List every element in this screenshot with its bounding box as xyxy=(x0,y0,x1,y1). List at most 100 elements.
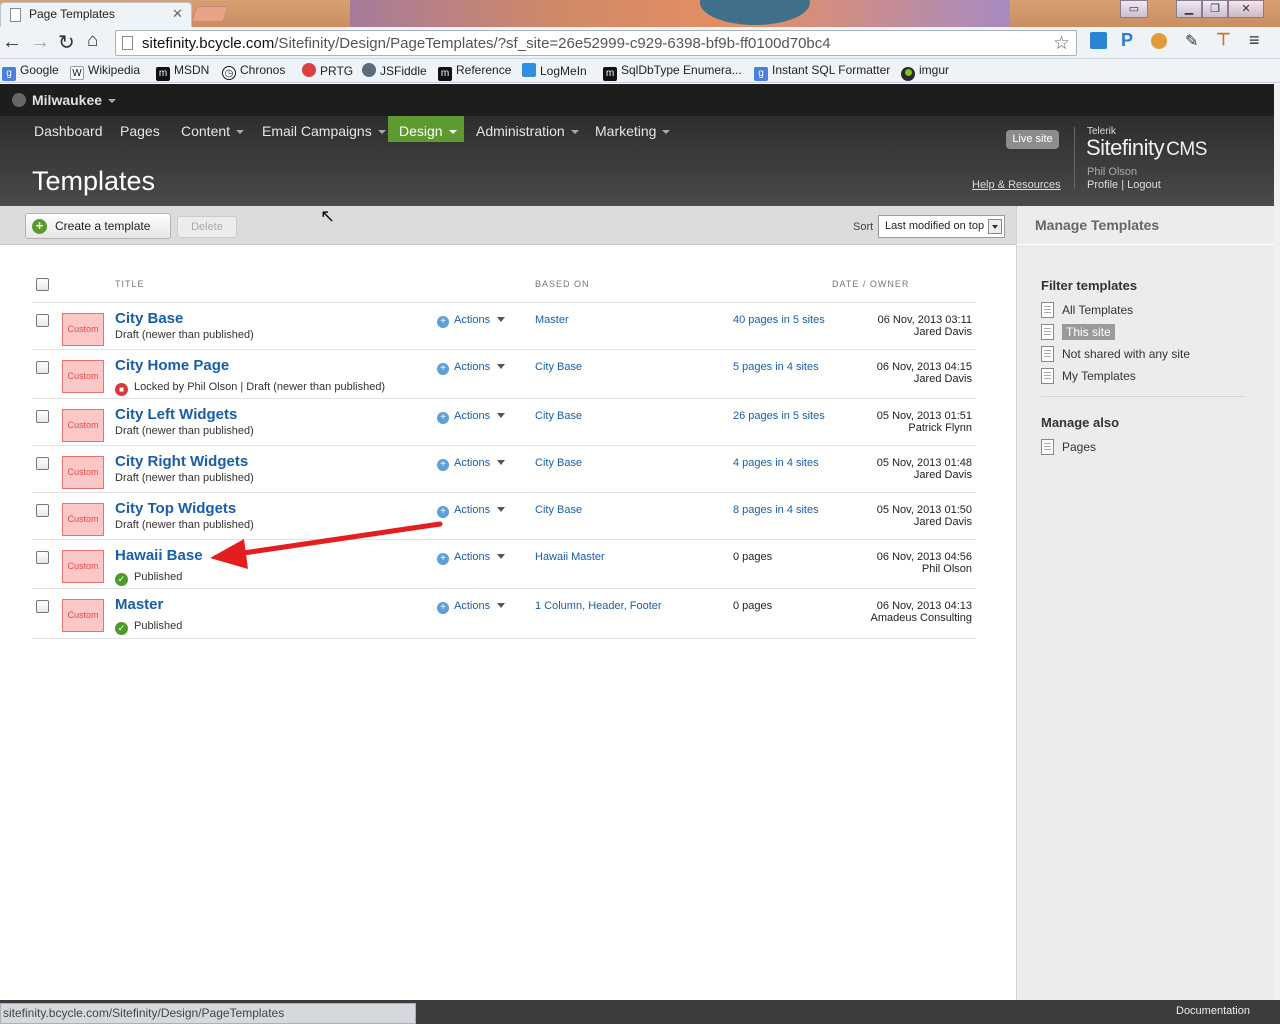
row-divider xyxy=(32,398,976,399)
eyedropper-icon[interactable]: ✎ xyxy=(1185,31,1198,51)
globe-icon xyxy=(12,93,26,107)
actions-menu[interactable]: + Actions xyxy=(437,457,506,471)
template-thumbnail[interactable]: Custom xyxy=(62,409,104,442)
menu-icon[interactable]: ≡ xyxy=(1249,30,1260,51)
based-on-link[interactable]: City Base xyxy=(535,410,582,422)
site-selector[interactable]: Milwaukee xyxy=(32,92,117,108)
actions-menu[interactable]: + Actions xyxy=(437,314,506,328)
reload-icon[interactable]: ↻ xyxy=(58,30,75,55)
logmein-icon xyxy=(522,63,536,77)
nav-administration[interactable]: Administration xyxy=(476,123,579,139)
forward-icon[interactable]: → xyxy=(30,31,50,54)
row-checkbox[interactable] xyxy=(36,410,49,423)
based-on-link[interactable]: Hawaii Master xyxy=(535,551,605,563)
nav-pages[interactable]: Pages xyxy=(120,123,160,139)
template-title-link[interactable]: City Home Page xyxy=(115,357,229,374)
actions-menu[interactable]: + Actions xyxy=(437,410,506,424)
documentation-link[interactable]: Documentation xyxy=(1176,1005,1250,1017)
new-tab-button[interactable] xyxy=(191,6,229,22)
create-template-button[interactable]: + Create a template xyxy=(25,213,171,239)
template-thumbnail[interactable]: Custom xyxy=(62,550,104,583)
bookmark-msdn[interactable]: m MSDN xyxy=(156,63,209,81)
template-title-link[interactable]: City Right Widgets xyxy=(115,453,248,470)
bookmark-imgur[interactable]: imgur xyxy=(901,63,949,81)
pages-count[interactable]: 40 pages in 5 sites xyxy=(733,314,825,326)
pages-count[interactable]: 4 pages in 4 sites xyxy=(733,457,819,469)
based-on-link[interactable]: Master xyxy=(535,314,569,326)
bookmark-sqldbtype[interactable]: m SqlDbType Enumera... xyxy=(603,63,742,81)
actions-menu[interactable]: + Actions xyxy=(437,600,506,614)
pages-count[interactable]: 8 pages in 4 sites xyxy=(733,504,819,516)
row-checkbox[interactable] xyxy=(36,457,49,470)
page-scrollbar[interactable] xyxy=(1274,84,1280,1000)
template-title-link[interactable]: Hawaii Base xyxy=(115,547,203,564)
restore-icon[interactable]: ❐ xyxy=(1202,0,1228,18)
nav-content[interactable]: Content xyxy=(181,123,245,139)
divider xyxy=(1074,127,1075,189)
close-tab-icon[interactable]: ✕ xyxy=(172,6,183,22)
bookmark-instant-sql[interactable]: g Instant SQL Formatter xyxy=(754,63,890,81)
sort-select[interactable]: Last modified on top xyxy=(878,215,1005,238)
row-checkbox[interactable] xyxy=(36,314,49,327)
row-checkbox[interactable] xyxy=(36,504,49,517)
column-title: TITLE xyxy=(115,279,145,289)
chevron-down-icon xyxy=(448,130,457,134)
profile-icon[interactable]: ▭ xyxy=(1120,0,1148,18)
based-on-link[interactable]: City Base xyxy=(535,361,582,373)
extension-arrow-icon[interactable] xyxy=(1090,32,1107,49)
bookmark-wikipedia[interactable]: W Wikipedia xyxy=(70,63,140,80)
logout-link[interactable]: Logout xyxy=(1127,179,1161,191)
bookmark-reference[interactable]: m Reference xyxy=(438,63,511,81)
based-on-link[interactable]: City Base xyxy=(535,457,582,469)
template-thumbnail[interactable]: Custom xyxy=(62,360,104,393)
nav-email-campaigns[interactable]: Email Campaigns xyxy=(262,123,386,139)
cookie-icon[interactable] xyxy=(1151,33,1167,49)
template-thumbnail[interactable]: Custom xyxy=(62,456,104,489)
live-site-button[interactable]: Live site xyxy=(1006,130,1059,149)
filter-not-shared[interactable]: Not shared with any site xyxy=(1041,346,1190,362)
close-window-icon[interactable]: ✕ xyxy=(1228,0,1264,18)
help-resources-link[interactable]: Help & Resources xyxy=(972,179,1061,191)
nav-marketing[interactable]: Marketing xyxy=(595,123,671,139)
template-thumbnail[interactable]: Custom xyxy=(62,599,104,632)
msdn-icon: m xyxy=(156,67,170,81)
pages-count[interactable]: 26 pages in 5 sites xyxy=(733,410,825,422)
star-icon[interactable]: ☆ xyxy=(1053,32,1070,55)
nav-design[interactable]: Design xyxy=(399,123,457,139)
template-title-link[interactable]: Master xyxy=(115,596,163,613)
back-icon[interactable]: ← xyxy=(2,31,22,54)
template-title-link[interactable]: City Base xyxy=(115,310,183,327)
row-checkbox[interactable] xyxy=(36,361,49,374)
pages-count[interactable]: 5 pages in 4 sites xyxy=(733,361,819,373)
manage-pages-link[interactable]: Pages xyxy=(1041,439,1096,455)
browser-tab[interactable]: Page Templates ✕ xyxy=(0,2,192,27)
template-thumbnail[interactable]: Custom xyxy=(62,313,104,346)
bookmark-jsfiddle[interactable]: JSFiddle xyxy=(362,63,427,78)
minimize-icon[interactable]: ▁ xyxy=(1176,0,1202,18)
bookmark-google[interactable]: g Google xyxy=(2,63,59,81)
filter-all-templates[interactable]: All Templates xyxy=(1041,302,1133,318)
home-icon[interactable]: ⌂ xyxy=(87,30,98,52)
template-status: ✓ Published xyxy=(115,620,182,635)
bookmark-prtg[interactable]: PRTG xyxy=(302,63,353,78)
select-all-checkbox[interactable] xyxy=(36,278,49,291)
extension-hammer-icon[interactable]: ⊤ xyxy=(1216,30,1231,50)
filter-my-templates[interactable]: My Templates xyxy=(1041,368,1136,384)
plus-icon: + xyxy=(437,363,449,375)
profile-link[interactable]: Profile xyxy=(1087,179,1118,191)
row-checkbox[interactable] xyxy=(36,551,49,564)
address-bar[interactable]: sitefinity.bcycle.com/Sitefinity/Design/… xyxy=(115,30,1077,56)
row-checkbox[interactable] xyxy=(36,600,49,613)
row-divider xyxy=(32,302,976,303)
template-title-link[interactable]: City Left Widgets xyxy=(115,406,237,423)
nav-dashboard[interactable]: Dashboard xyxy=(34,123,103,139)
based-on-link[interactable]: City Base xyxy=(535,504,582,516)
delete-button[interactable]: Delete xyxy=(177,216,237,238)
actions-menu[interactable]: + Actions xyxy=(437,361,506,375)
bookmark-logmein[interactable]: LogMeIn xyxy=(522,63,587,78)
based-on-link[interactable]: 1 Column, Header, Footer xyxy=(535,600,662,612)
template-thumbnail[interactable]: Custom xyxy=(62,503,104,536)
bookmark-chronos[interactable]: ◷ Chronos xyxy=(222,63,285,80)
filter-this-site[interactable]: This site xyxy=(1041,324,1115,340)
extension-p-icon[interactable]: P xyxy=(1121,30,1133,51)
